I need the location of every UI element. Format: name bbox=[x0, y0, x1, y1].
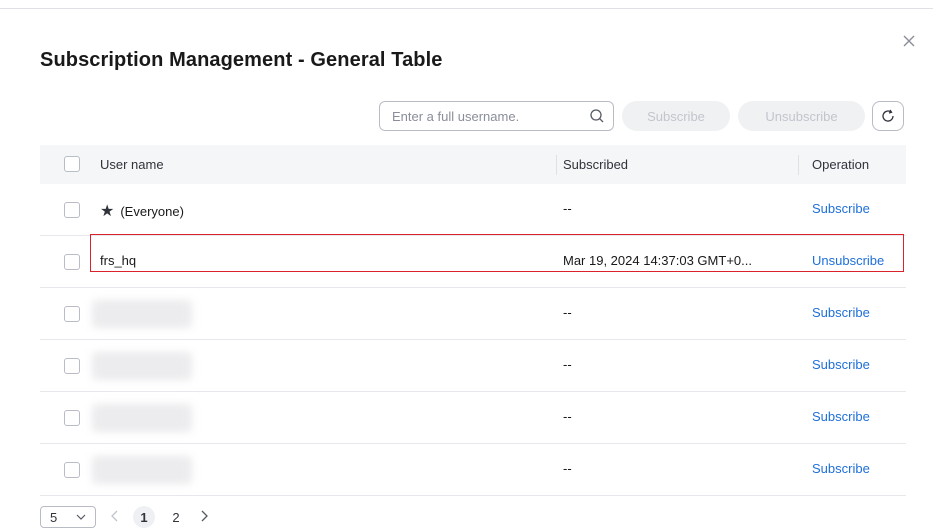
column-header-user-name: User name bbox=[100, 157, 164, 172]
unsubscribe-link[interactable]: Unsubscribe bbox=[812, 253, 884, 268]
subscribed-cell: Mar 19, 2024 14:37:03 GMT+0... bbox=[563, 253, 752, 268]
user-name: (Everyone) bbox=[120, 204, 184, 219]
unsubscribe-button[interactable]: Unsubscribe bbox=[738, 101, 865, 131]
subscribe-link[interactable]: Subscribe bbox=[812, 409, 870, 424]
close-icon[interactable] bbox=[900, 32, 918, 50]
subscribe-link[interactable]: Subscribe bbox=[812, 305, 870, 320]
table-row: -- Subscribe bbox=[40, 444, 906, 496]
refresh-icon bbox=[882, 109, 894, 122]
row-checkbox[interactable] bbox=[64, 410, 80, 426]
page-2-button[interactable]: 2 bbox=[166, 506, 186, 528]
subscribe-button[interactable]: Subscribe bbox=[622, 101, 730, 131]
table-row: ★ (Everyone) -- Subscribe bbox=[40, 184, 906, 236]
column-separator bbox=[556, 155, 557, 175]
column-header-operation: Operation bbox=[812, 157, 870, 172]
subscribed-cell: -- bbox=[563, 201, 572, 216]
user-name: frs_hq bbox=[100, 253, 137, 268]
next-page-icon[interactable] bbox=[197, 509, 211, 523]
page-1-button[interactable]: 1 bbox=[133, 506, 155, 528]
subscribed-cell: -- bbox=[563, 305, 572, 320]
row-checkbox[interactable] bbox=[64, 462, 80, 478]
redacted-user-name bbox=[92, 404, 192, 432]
table-row: -- Subscribe bbox=[40, 392, 906, 444]
subscribe-link[interactable]: Subscribe bbox=[812, 357, 870, 372]
redacted-user-name bbox=[92, 456, 192, 484]
top-divider bbox=[0, 8, 933, 9]
page-size-select[interactable]: 5 bbox=[40, 506, 96, 528]
subscribed-cell: -- bbox=[563, 461, 572, 476]
subscribed-cell: -- bbox=[563, 409, 572, 424]
table-row: -- Subscribe bbox=[40, 340, 906, 392]
refresh-button[interactable] bbox=[872, 101, 904, 131]
select-all-checkbox[interactable] bbox=[64, 156, 80, 172]
column-header-subscribed: Subscribed bbox=[563, 157, 629, 172]
row-checkbox[interactable] bbox=[64, 306, 80, 322]
search-input[interactable] bbox=[392, 102, 582, 130]
search-icon[interactable] bbox=[589, 108, 605, 124]
user-name-cell: ★ (Everyone) bbox=[100, 201, 184, 221]
chevron-down-icon bbox=[76, 514, 86, 520]
redacted-user-name bbox=[92, 300, 192, 328]
star-icon: ★ bbox=[100, 203, 115, 220]
subscribed-cell: -- bbox=[563, 357, 572, 372]
page-size-value: 5 bbox=[50, 510, 58, 525]
previous-page-icon[interactable] bbox=[108, 509, 122, 523]
row-checkbox[interactable] bbox=[64, 202, 80, 218]
search-box[interactable] bbox=[379, 101, 614, 131]
redacted-user-name bbox=[92, 352, 192, 380]
subscription-table: User name Subscribed Operation ★ (Everyon… bbox=[40, 145, 906, 496]
subscribe-link[interactable]: Subscribe bbox=[812, 201, 870, 216]
row-checkbox[interactable] bbox=[64, 358, 80, 374]
column-separator bbox=[798, 155, 799, 175]
table-header: User name Subscribed Operation bbox=[40, 145, 906, 184]
dialog-title: Subscription Management - General Table bbox=[40, 49, 443, 71]
subscribe-link[interactable]: Subscribe bbox=[812, 461, 870, 476]
row-checkbox[interactable] bbox=[64, 254, 80, 270]
table-row: frs_hq Mar 19, 2024 14:37:03 GMT+0... Un… bbox=[40, 236, 906, 288]
table-row: -- Subscribe bbox=[40, 288, 906, 340]
